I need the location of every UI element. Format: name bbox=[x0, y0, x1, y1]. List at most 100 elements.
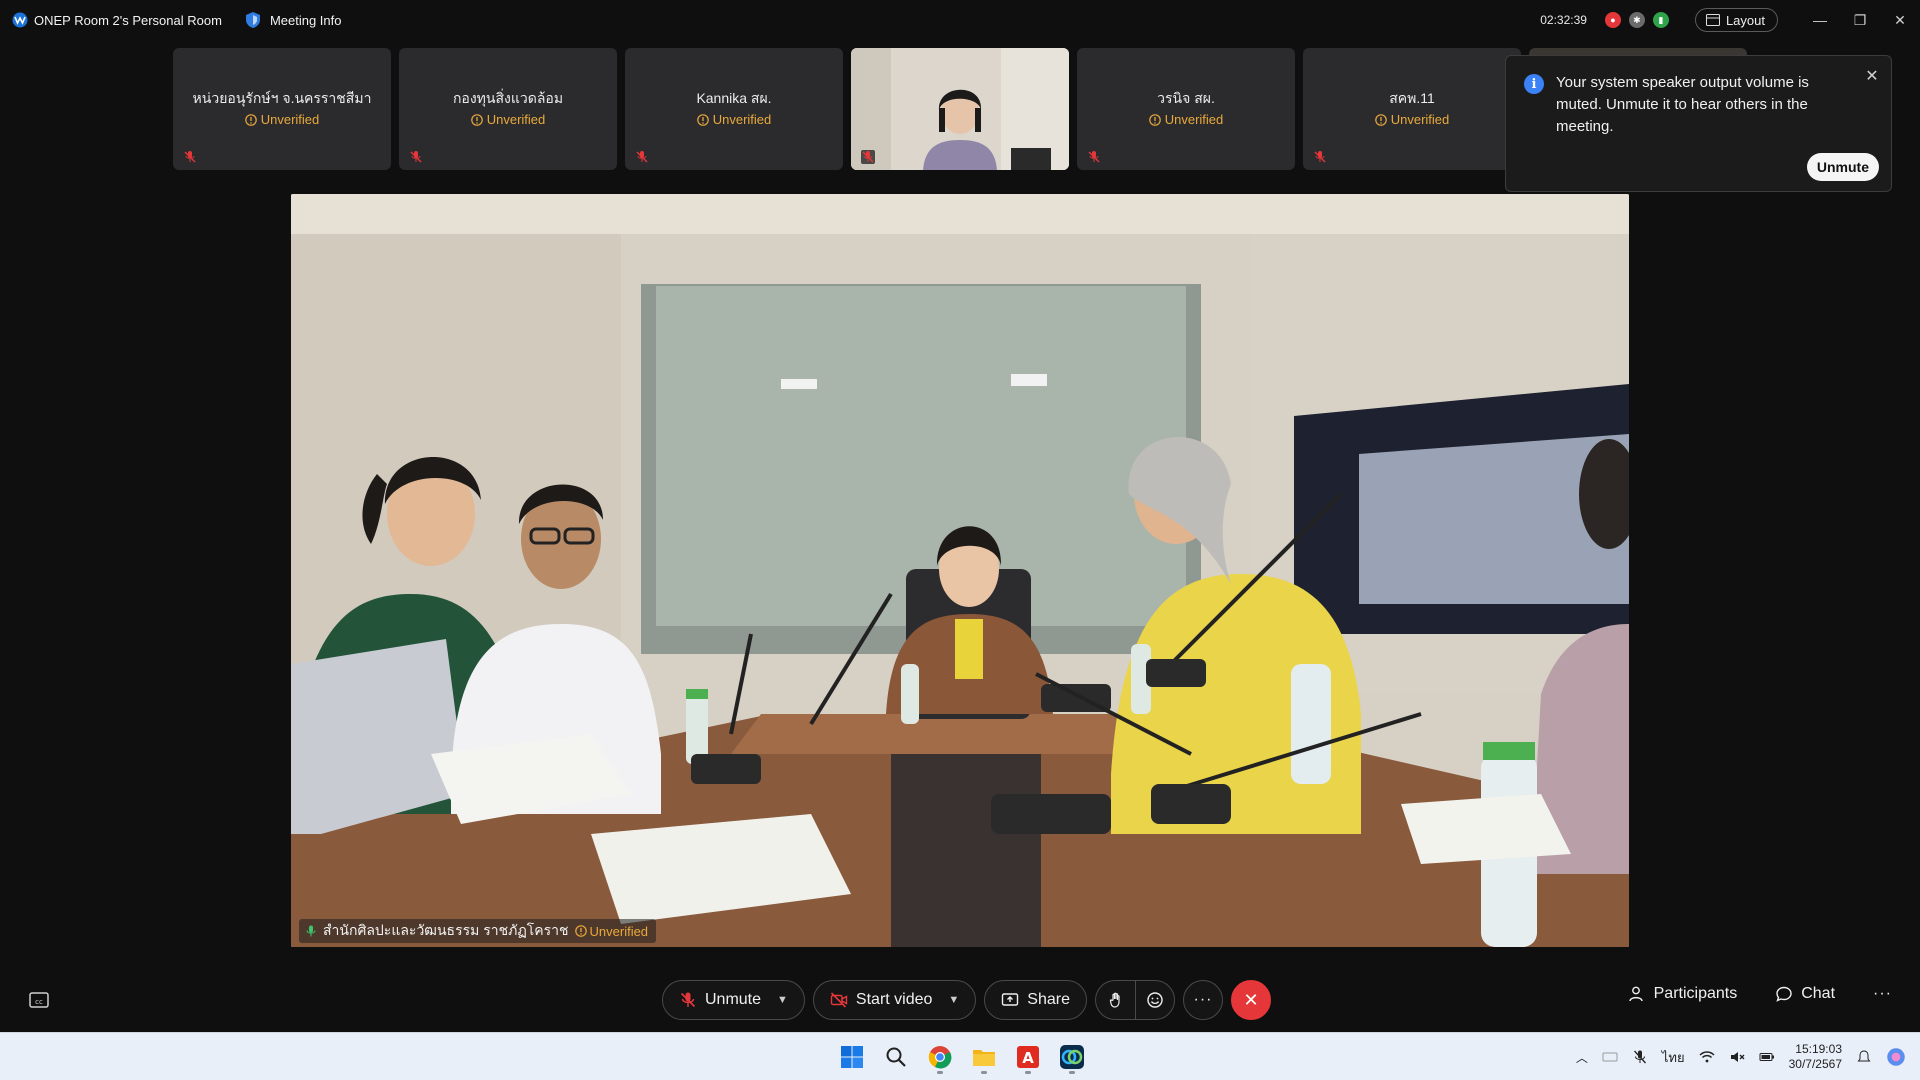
close-window-icon[interactable]: ✕ bbox=[1880, 0, 1920, 40]
warning-icon bbox=[696, 113, 709, 126]
windows-taskbar: A ︿ ไทย 15:19:03 30/7/2567 bbox=[0, 1032, 1920, 1080]
unverified-badge: Unverified bbox=[625, 112, 843, 127]
recording-icon[interactable]: ● bbox=[1604, 12, 1621, 28]
network-icon[interactable]: ▮ bbox=[1652, 12, 1669, 28]
participant-tile[interactable]: กองทุนสิ่งแวดล้อม Unverified bbox=[399, 48, 617, 170]
microphone-icon[interactable] bbox=[1632, 1049, 1648, 1065]
keyboard-icon[interactable] bbox=[1602, 1049, 1618, 1065]
unverified-badge: Unverified bbox=[574, 924, 648, 939]
chat-icon bbox=[1776, 986, 1792, 1002]
more-options-icon[interactable]: ··· bbox=[1873, 985, 1892, 1003]
hand-icon bbox=[1109, 992, 1120, 1008]
closed-captions-icon[interactable]: cc bbox=[28, 989, 50, 1011]
warning-icon bbox=[1374, 113, 1387, 126]
participant-video bbox=[851, 48, 1069, 170]
participant-tile[interactable]: สคพ.11 Unverified bbox=[1303, 48, 1521, 170]
meeting-room-video bbox=[291, 194, 1629, 947]
muted-mic-icon bbox=[410, 151, 422, 163]
participants-button[interactable]: Participants bbox=[1628, 985, 1737, 1003]
close-icon: ✕ bbox=[1243, 989, 1259, 1010]
svg-text:cc: cc bbox=[35, 998, 43, 1006]
acrobat-icon[interactable]: A bbox=[1010, 1039, 1046, 1075]
svg-text:A: A bbox=[1022, 1049, 1034, 1067]
start-video-button[interactable]: Start video ▼ bbox=[812, 980, 977, 1020]
meeting-timer: 02:32:39 bbox=[1540, 13, 1587, 27]
participant-tile[interactable]: หน่วยอนุรักษ์ฯ จ.นครราชสีมา Unverified bbox=[173, 48, 391, 170]
muted-mic-icon bbox=[636, 151, 648, 163]
participant-video-tile[interactable] bbox=[851, 48, 1069, 170]
warning-icon bbox=[470, 113, 483, 126]
chevron-up-icon[interactable]: ︿ bbox=[1576, 1049, 1588, 1066]
title-bar: ONEP Room 2's Personal Room Meeting Info… bbox=[0, 0, 1920, 40]
search-icon[interactable] bbox=[878, 1039, 914, 1075]
settings-icon[interactable]: ✱ bbox=[1628, 12, 1645, 28]
shield-icon[interactable] bbox=[244, 11, 262, 29]
raise-hand-button[interactable] bbox=[1095, 980, 1135, 1020]
room-title: ONEP Room 2's Personal Room bbox=[34, 12, 222, 28]
wifi-icon[interactable] bbox=[1699, 1049, 1715, 1065]
warning-icon bbox=[244, 113, 257, 126]
unverified-badge: Unverified bbox=[399, 112, 617, 127]
info-icon: i bbox=[1524, 74, 1544, 94]
muted-mic-icon bbox=[184, 151, 196, 163]
meeting-controls: Unmute ▼ Start video ▼ Share ··· ✕ bbox=[662, 979, 1279, 1021]
chat-button[interactable]: Chat bbox=[1775, 985, 1835, 1003]
clock-time: 15:19:03 bbox=[1795, 1042, 1842, 1056]
unverified-badge: Unverified bbox=[173, 112, 391, 127]
copilot-icon[interactable] bbox=[1886, 1047, 1906, 1067]
participants-icon bbox=[1628, 986, 1643, 1002]
input-language[interactable]: ไทย bbox=[1662, 1047, 1685, 1068]
participant-name: หน่วยอนุรักษ์ฯ จ.นครราชสีมา bbox=[192, 90, 372, 106]
warning-icon bbox=[574, 925, 587, 937]
system-tray: ︿ ไทย 15:19:03 30/7/2567 bbox=[1576, 1033, 1906, 1080]
meeting-info-button[interactable]: Meeting Info bbox=[270, 13, 342, 28]
mic-icon bbox=[306, 925, 316, 937]
participant-tile[interactable]: Kannika สผ. Unverified bbox=[625, 48, 843, 170]
share-icon bbox=[1002, 993, 1019, 1006]
unverified-badge: Unverified bbox=[1303, 112, 1521, 127]
webex-logo-icon bbox=[12, 12, 28, 28]
emoji-icon bbox=[1147, 992, 1163, 1008]
leave-meeting-button[interactable]: ✕ bbox=[1231, 980, 1271, 1020]
unverified-badge: Unverified bbox=[1077, 112, 1295, 127]
minimize-icon[interactable]: — bbox=[1800, 0, 1840, 40]
battery-icon[interactable] bbox=[1759, 1049, 1775, 1065]
participant-name: สคพ.11 bbox=[1389, 90, 1435, 106]
speaker-muted-icon[interactable] bbox=[1729, 1049, 1745, 1065]
clock-date: 30/7/2567 bbox=[1788, 1057, 1842, 1071]
main-video-stage[interactable]: สำนักศิลปะและวัฒนธรรม ราชภัฏโคราช Unveri… bbox=[291, 194, 1629, 947]
notification-message: Your system speaker output volume is mut… bbox=[1556, 74, 1809, 135]
chrome-icon[interactable] bbox=[922, 1039, 958, 1075]
muted-mic-icon bbox=[1088, 151, 1100, 163]
webex-app-icon[interactable] bbox=[1054, 1039, 1090, 1075]
unmute-speaker-button[interactable]: Unmute bbox=[1806, 153, 1879, 181]
reactions-button[interactable] bbox=[1135, 980, 1175, 1020]
restore-icon[interactable]: ❐ bbox=[1840, 0, 1880, 40]
muted-mic-icon bbox=[680, 992, 696, 1008]
layout-label: Layout bbox=[1725, 12, 1765, 28]
taskbar-apps: A bbox=[834, 1039, 1090, 1075]
video-off-icon bbox=[830, 992, 848, 1008]
share-button[interactable]: Share bbox=[984, 980, 1087, 1020]
chevron-down-icon[interactable]: ▼ bbox=[948, 994, 959, 1006]
chevron-down-icon[interactable]: ▼ bbox=[777, 994, 788, 1006]
layout-button[interactable]: Layout bbox=[1694, 8, 1778, 32]
warning-icon bbox=[1148, 113, 1161, 126]
participant-tile[interactable]: วรนิจ สผ. Unverified bbox=[1077, 48, 1295, 170]
close-icon[interactable]: ✕ bbox=[1863, 68, 1881, 86]
notifications-icon[interactable] bbox=[1856, 1049, 1872, 1065]
windows-start-icon[interactable] bbox=[834, 1039, 870, 1075]
muted-mic-icon bbox=[1314, 151, 1326, 163]
participant-name: Kannika สผ. bbox=[696, 90, 772, 106]
speaker-muted-notification: i Your system speaker output volume is m… bbox=[1505, 55, 1892, 192]
taskbar-clock[interactable]: 15:19:03 30/7/2567 bbox=[1789, 1042, 1842, 1072]
more-icon: ··· bbox=[1193, 991, 1213, 1008]
main-video-participant-name: สำนักศิลปะและวัฒนธรรม ราชภัฏโคราช bbox=[323, 922, 569, 938]
participant-name: วรนิจ สผ. bbox=[1157, 90, 1215, 106]
side-panel-controls: Participants Chat ··· bbox=[1628, 985, 1892, 1003]
file-explorer-icon[interactable] bbox=[966, 1039, 1002, 1075]
muted-mic-icon bbox=[861, 150, 875, 164]
unmute-button[interactable]: Unmute ▼ bbox=[662, 980, 805, 1020]
more-options-button[interactable]: ··· bbox=[1183, 980, 1223, 1020]
participant-name: กองทุนสิ่งแวดล้อม bbox=[452, 90, 564, 106]
